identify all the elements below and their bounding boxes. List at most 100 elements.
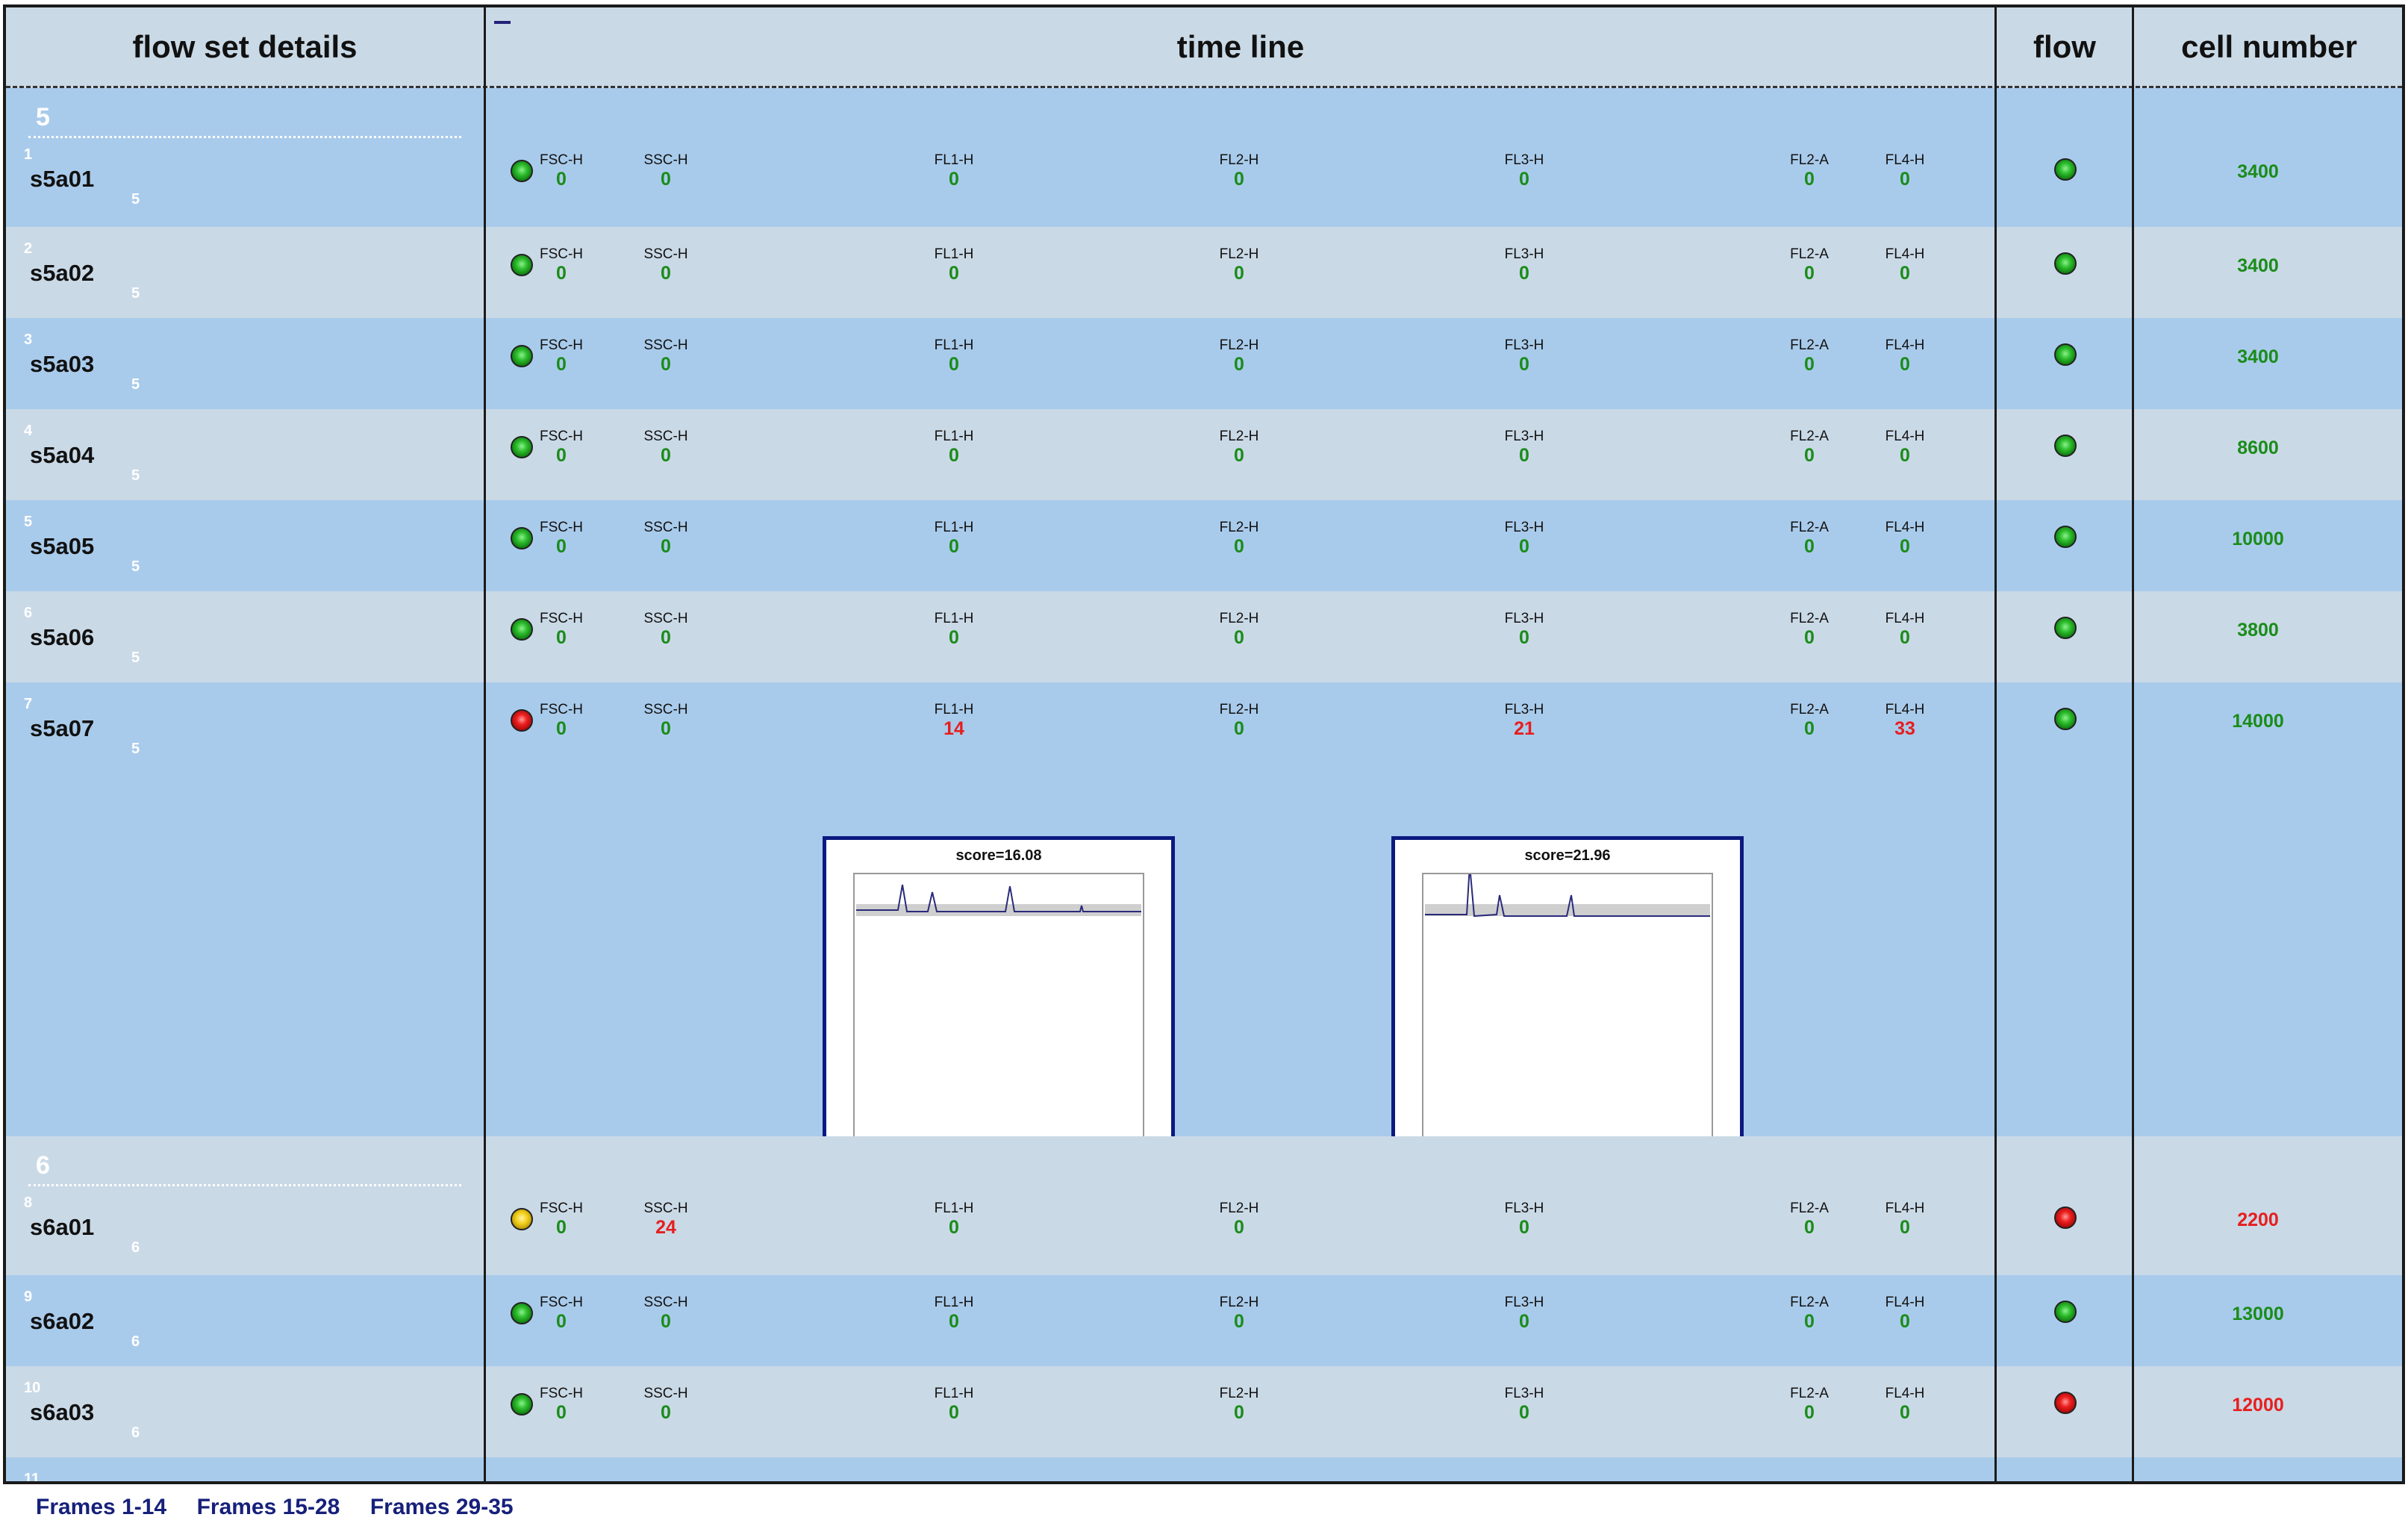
table-row[interactable]: 6 8 s6a01 6 FSC-H 0 SSC-H 24 FL1-H 0 FL2-H 0 FL3-H 0 F…	[6, 1136, 2402, 1275]
channel-fl2-a: FL2-A 0	[1765, 152, 1854, 190]
channel-score: 0	[1804, 718, 1815, 739]
channel-score: 14	[943, 718, 964, 739]
channel-score: 0	[1519, 1311, 1529, 1332]
row-index: 10	[24, 1380, 41, 1396]
sample-group-number: 5	[131, 558, 140, 575]
channel-score: 0	[949, 263, 959, 284]
channel-label: FSC-H	[539, 429, 584, 444]
timeline-plot-fl3-h[interactable]: score=21.96	[1391, 836, 1744, 1187]
channel-fl4-h: FL4-H 0	[1860, 611, 1950, 648]
channel-score: 0	[1234, 263, 1244, 284]
plot-area	[1422, 873, 1713, 1173]
sample-name[interactable]: s5a02	[30, 260, 94, 287]
channel-score: 0	[1804, 1217, 1815, 1238]
channel-fl1-h: FL1-H 0	[909, 1295, 999, 1332]
sample-group-number: 6	[131, 1424, 140, 1441]
table-row[interactable]: 7 s5a07 5 FSC-H 0 SSC-H 0 FL1-H 14 FL2-H 0 FL3-H 21 F…	[6, 682, 2402, 1187]
channel-score: 0	[1900, 627, 1910, 648]
channel-score: 0	[1234, 169, 1244, 190]
channel-score: 0	[556, 263, 567, 284]
channel-score: 0	[1519, 263, 1529, 284]
channel-fl4-h: FL4-H 0	[1860, 152, 1950, 190]
collapse-toggle-icon[interactable]	[494, 21, 511, 24]
frames-link-1[interactable]: Frames 1-14	[36, 1495, 166, 1520]
table-row[interactable]: 9 s6a02 6 FSC-H 0 SSC-H 0 FL1-H 0 FL2-H 0 FL3-H 0 FL2…	[6, 1275, 2402, 1366]
timeline-plot-fl1-h[interactable]: score=16.08	[823, 836, 1175, 1187]
channel-label: FL2-H	[1219, 611, 1259, 626]
channel-label: FL2-H	[1219, 1386, 1259, 1401]
sample-name[interactable]: s5a06	[30, 624, 94, 651]
channel-fl2-a: FL2-A 0	[1765, 337, 1854, 375]
channel-fsc-h: FSC-H 0	[517, 246, 606, 284]
channel-ssc-h: SSC-H 0	[621, 1386, 711, 1423]
channel-score: 0	[1519, 1217, 1529, 1238]
sample-group-number: 5	[131, 376, 140, 393]
channel-label: FL3-H	[1504, 246, 1544, 262]
table-row[interactable]: 5 1 s5a01 5 FSC-H 0 SSC-H 0 FL1-H 0 FL2-H 0 FL3-H 0 FL…	[6, 88, 2402, 227]
table-row[interactable]: 10 s6a03 6 FSC-H 0 SSC-H 0 FL1-H 0 FL2-H 0 FL3-H 0 FL…	[6, 1366, 2402, 1457]
channel-label: FL1-H	[934, 337, 974, 353]
channel-fl2-a: FL2-A 0	[1765, 1201, 1854, 1238]
channel-fl2-a: FL2-A 0	[1765, 702, 1854, 739]
channel-score: 0	[949, 1311, 959, 1332]
channel-label: FL3-H	[1504, 520, 1544, 535]
channel-label: FL3-H	[1504, 1295, 1544, 1310]
table-row[interactable]: 5 s5a05 5 FSC-H 0 SSC-H 0 FL1-H 0 FL2-H 0 FL3-H 0 FL2…	[6, 500, 2402, 591]
sample-name[interactable]: s6a03	[30, 1399, 94, 1426]
channel-label: FL2-A	[1790, 246, 1829, 262]
table-row[interactable]: 3 s5a03 5 FSC-H 0 SSC-H 0 FL1-H 0 FL2-H 0 FL3-H 0 FL2…	[6, 318, 2402, 409]
channel-ssc-h: SSC-H 0	[621, 152, 711, 190]
table-row[interactable]: 11	[6, 1457, 2402, 1481]
channel-ssc-h: SSC-H 0	[621, 429, 711, 466]
sample-group-number: 5	[131, 650, 140, 666]
channel-fl2-a: FL2-A 0	[1765, 246, 1854, 284]
green-flow-dot-icon	[2054, 617, 2077, 639]
table-row[interactable]: 4 s5a04 5 FSC-H 0 SSC-H 0 FL1-H 0 FL2-H 0 FL3-H 0 FL2…	[6, 409, 2402, 500]
channel-label: SSC-H	[643, 702, 688, 717]
sample-name[interactable]: s5a03	[30, 351, 94, 378]
sample-name[interactable]: s6a02	[30, 1308, 94, 1335]
channel-label: SSC-H	[643, 246, 688, 262]
channel-label: FL3-H	[1504, 702, 1544, 717]
channel-label: FL4-H	[1885, 1295, 1925, 1310]
channel-fl3-h: FL3-H 0	[1479, 1295, 1569, 1332]
channel-score: 0	[1804, 169, 1815, 190]
channel-label: FL1-H	[934, 702, 974, 717]
channel-ssc-h: SSC-H 0	[621, 611, 711, 648]
channel-label: FL1-H	[934, 611, 974, 626]
channel-score: 0	[661, 354, 671, 375]
channel-label: FL2-A	[1790, 152, 1829, 168]
table-row[interactable]: 2 s5a02 5 FSC-H 0 SSC-H 0 FL1-H 0 FL2-H 0 FL3-H 0 FL2…	[6, 227, 2402, 318]
header-time-line: time line	[1176, 28, 1305, 64]
channel-label: FL4-H	[1885, 1386, 1925, 1401]
sample-name[interactable]: s5a05	[30, 533, 94, 560]
channel-fl3-h: FL3-H 0	[1479, 520, 1569, 557]
channel-fl2-h: FL2-H 0	[1194, 152, 1284, 190]
sample-group-number: 5	[131, 741, 140, 757]
sample-name[interactable]: s5a01	[30, 166, 94, 193]
green-flow-dot-icon	[2054, 158, 2077, 181]
sample-name[interactable]: s5a07	[30, 715, 94, 742]
channel-score: 0	[556, 354, 567, 375]
channel-score: 0	[1900, 263, 1910, 284]
channel-fl4-h: FL4-H 0	[1860, 429, 1950, 466]
channel-fl2-h: FL2-H 0	[1194, 1295, 1284, 1332]
channel-score: 0	[1804, 1311, 1815, 1332]
channel-label: FL2-H	[1219, 1295, 1259, 1310]
channel-fl1-h: FL1-H 0	[909, 429, 999, 466]
frames-link-3[interactable]: Frames 29-35	[370, 1495, 514, 1520]
row-index: 2	[24, 240, 33, 257]
table-row[interactable]: 6 s5a06 5 FSC-H 0 SSC-H 0 FL1-H 0 FL2-H 0 FL3-H 0 FL2…	[6, 591, 2402, 682]
plot-score-title: score=21.96	[1524, 847, 1611, 864]
channel-label: FL1-H	[934, 1295, 974, 1310]
header-flow-set-details: flow set details	[132, 28, 358, 64]
green-flow-dot-icon	[2054, 1301, 2077, 1323]
channel-score: 0	[949, 445, 959, 466]
sample-name[interactable]: s5a04	[30, 442, 94, 469]
channel-score: 0	[1804, 445, 1815, 466]
table-header: flow set details time line flow cell num…	[6, 7, 2402, 88]
channel-score: 0	[1519, 536, 1529, 557]
sample-name[interactable]: s6a01	[30, 1214, 94, 1241]
channel-score: 0	[556, 627, 567, 648]
frames-link-2[interactable]: Frames 15-28	[197, 1495, 340, 1520]
